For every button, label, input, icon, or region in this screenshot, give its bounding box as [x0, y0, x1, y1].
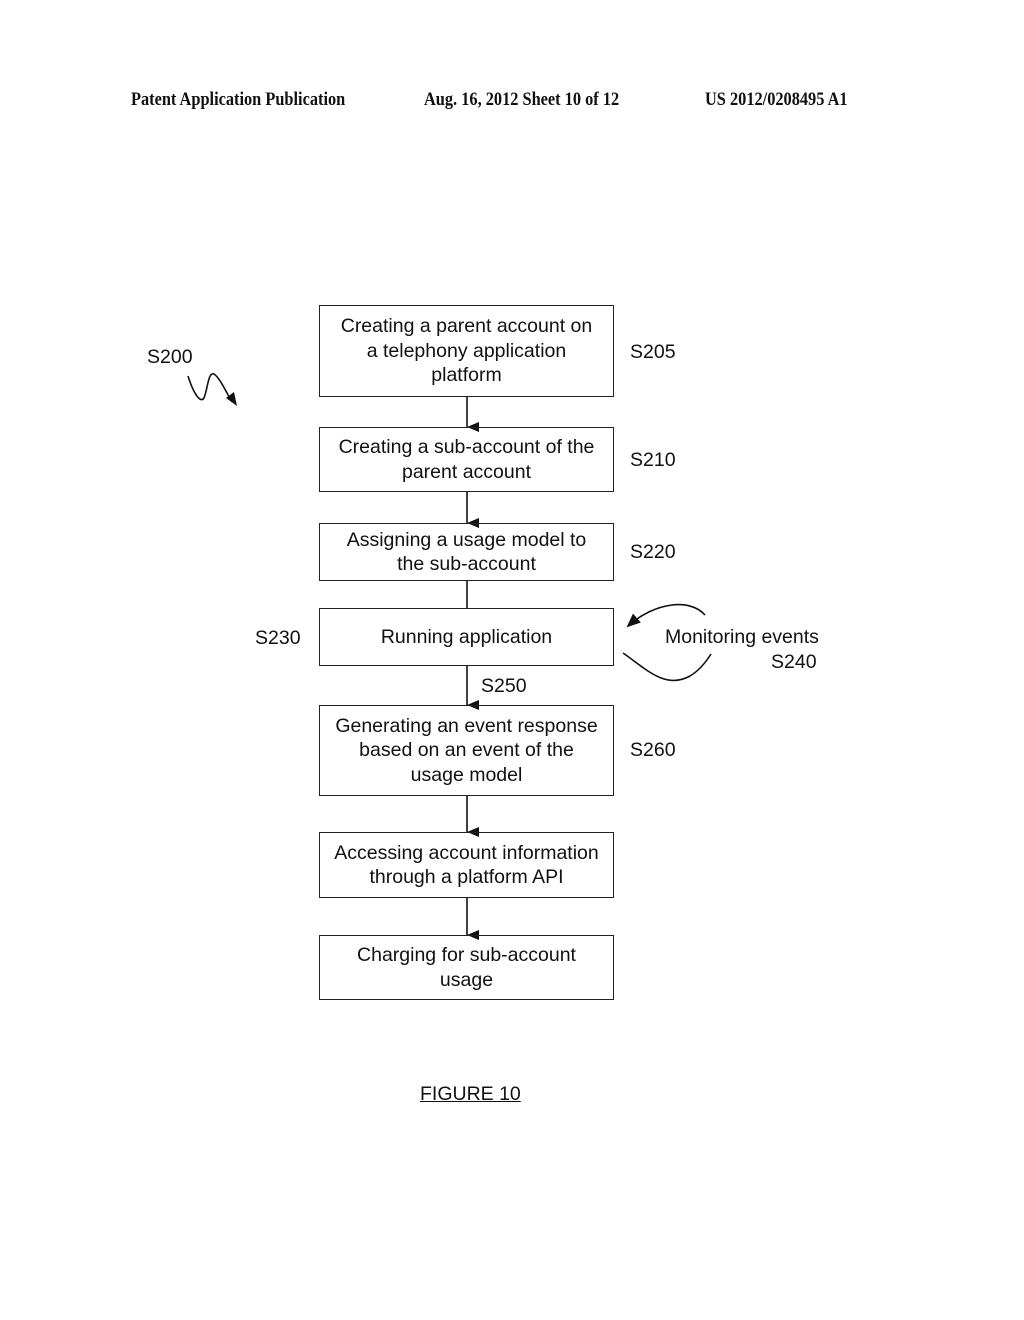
method-ref-label: S200 [147, 346, 193, 368]
step-box-s230: Running application [319, 608, 614, 666]
step-box-s210: Creating a sub-account of the parent acc… [319, 427, 614, 492]
monitor-loop-top-arrow [626, 603, 706, 628]
step-ref-s230: S230 [255, 627, 301, 649]
monitoring-events-label: Monitoring events [665, 626, 819, 648]
step-box-s260: Generating an event response based on an… [319, 705, 614, 796]
step-ref-s220: S220 [630, 541, 676, 563]
step-ref-s260: S260 [630, 739, 676, 761]
method-pointer-arrow [187, 373, 237, 406]
step-box-platform-api: Accessing account information through a … [319, 832, 614, 898]
step-ref-s205: S205 [630, 341, 676, 363]
step-box-s205: Creating a parent account on a telephony… [319, 305, 614, 397]
monitoring-events-ref: S240 [771, 651, 817, 673]
step-box-s220: Assigning a usage model to the sub-accou… [319, 523, 614, 581]
step-ref-s210: S210 [630, 449, 676, 471]
figure-caption: FIGURE 10 [420, 1083, 521, 1105]
monitor-loop-bottom-curve [622, 652, 712, 682]
arrow-ref-s250: S250 [481, 675, 527, 697]
step-box-charging: Charging for sub-account usage [319, 935, 614, 1000]
